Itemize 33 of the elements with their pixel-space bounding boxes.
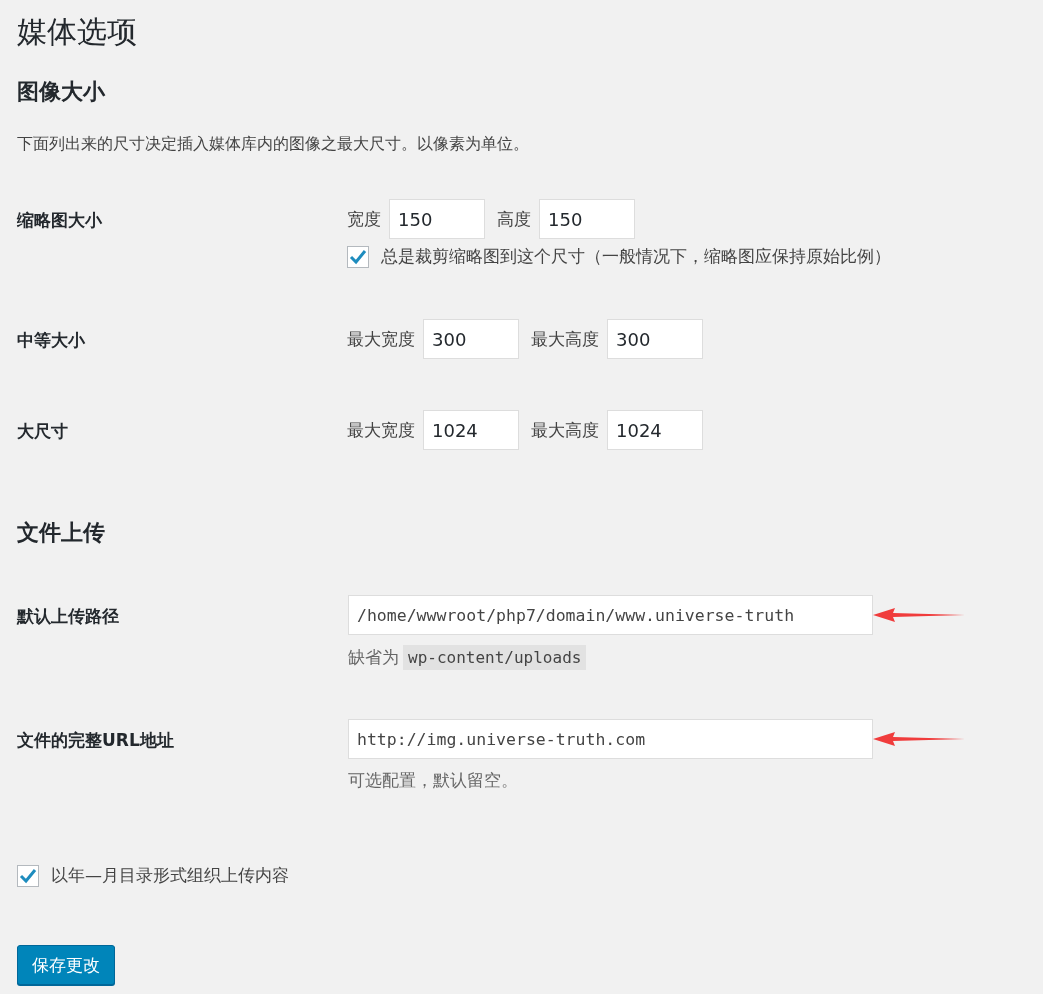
field-label: 最大高度	[531, 327, 599, 351]
row-label: 中等大小	[17, 329, 86, 352]
row-label: 缩略图大小	[17, 209, 103, 232]
section-heading: 文件上传	[17, 519, 106, 547]
row-label: 文件的完整URL地址	[17, 729, 175, 752]
checkbox-label: 以年—月目录形式组织上传内容	[51, 864, 289, 887]
input-field[interactable]: 300	[423, 319, 519, 359]
input-field[interactable]: /home/wwwroot/php7/domain/www.universe-truth	[348, 595, 873, 635]
input-field[interactable]: 1024	[607, 410, 703, 450]
field-label: 高度	[497, 207, 531, 231]
code-text: wp-content/uploads	[403, 645, 587, 670]
field-label: 最大高度	[531, 418, 599, 442]
field-label: 宽度	[347, 207, 381, 231]
input-field[interactable]: 300	[607, 319, 703, 359]
input-field[interactable]: 150	[539, 199, 635, 239]
section-heading: 图像大小	[17, 78, 106, 106]
check-icon	[349, 248, 367, 265]
section-description: 下面列出来的尺寸决定插入媒体库内的图像之最大尺寸。以像素为单位。	[17, 134, 530, 155]
checkbox[interactable]	[17, 864, 39, 887]
field-label: 最大宽度	[347, 418, 415, 442]
checkbox[interactable]	[347, 245, 369, 268]
checkbox-label: 总是裁剪缩略图到这个尺寸（一般情况下，缩略图应保持原始比例）	[381, 245, 891, 268]
hint-text: 缺省为	[348, 646, 399, 669]
hint-text: 可选配置，默认留空。	[348, 769, 518, 792]
save-button[interactable]: 保存更改	[17, 945, 115, 985]
input-field[interactable]: 1024	[423, 410, 519, 450]
row-label: 默认上传路径	[17, 605, 120, 628]
page-title: 媒体选项	[17, 13, 138, 51]
row-label: 大尺寸	[17, 420, 69, 443]
input-field[interactable]: http://img.universe-truth.com	[348, 719, 873, 759]
input-field[interactable]: 150	[389, 199, 485, 239]
check-icon	[19, 867, 37, 884]
field-label: 最大宽度	[347, 327, 415, 351]
